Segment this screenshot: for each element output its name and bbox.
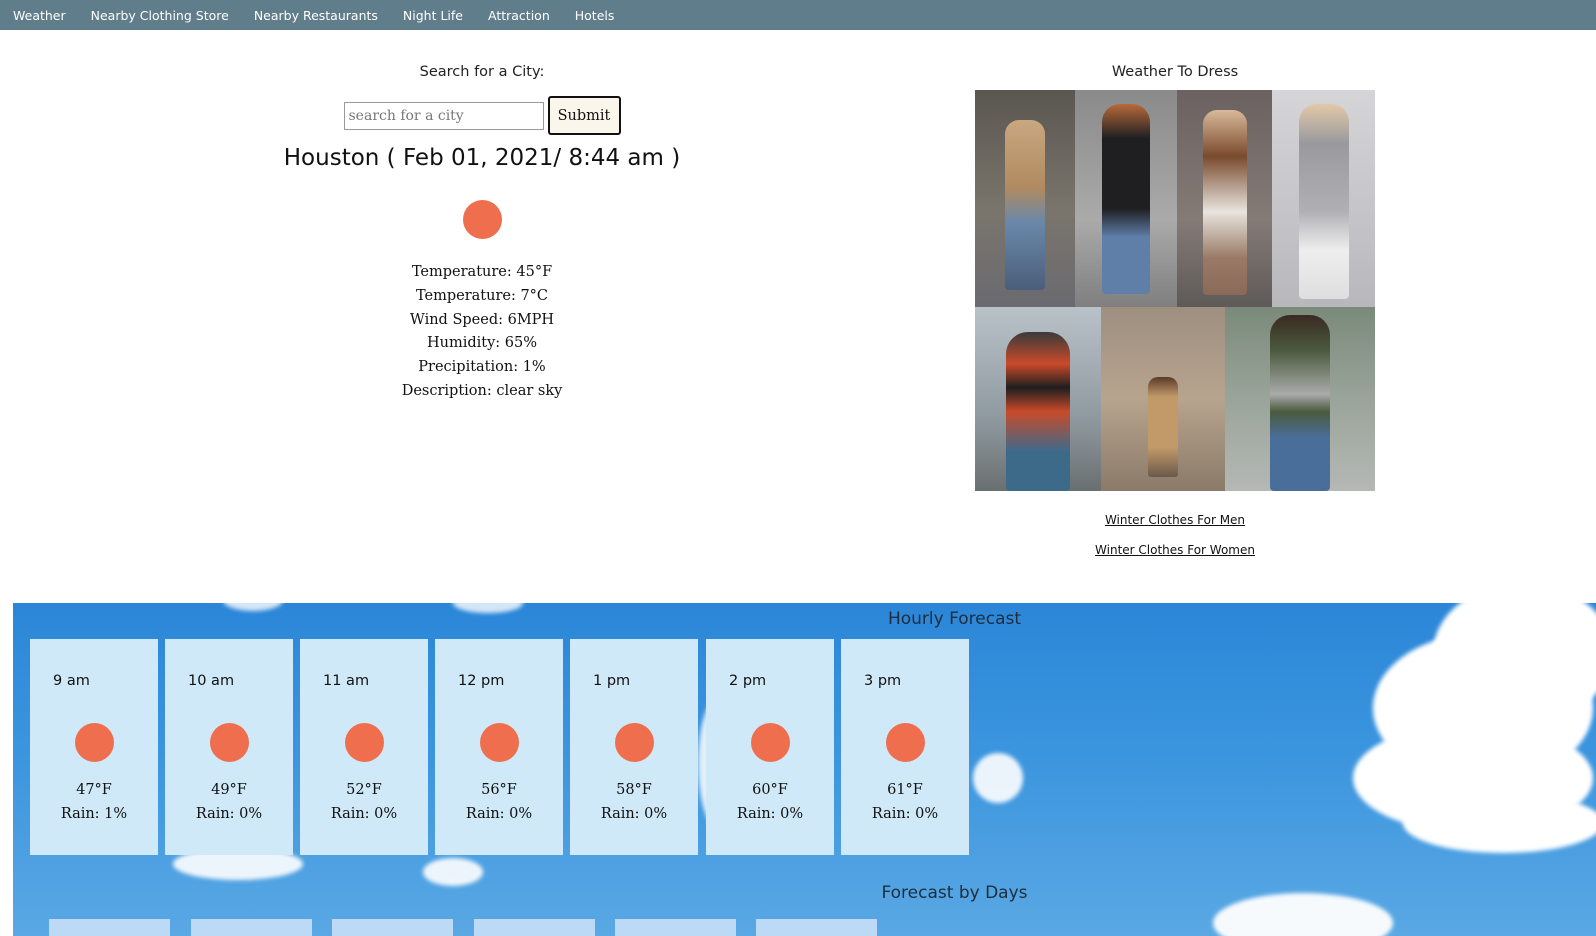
day-card	[474, 919, 595, 936]
sun-icon	[462, 200, 502, 239]
detail-precipitation: Precipitation: 1%	[418, 359, 546, 376]
forecast-section: Hourly Forecast 9 am 47°F Rain: 1% 10 am…	[13, 603, 1596, 936]
outfit-photo	[1272, 90, 1375, 307]
detail-temperature-c: Temperature: 7°C	[415, 287, 549, 304]
day-card	[756, 919, 877, 936]
outfit-collage-image	[975, 90, 1375, 491]
detail-wind-speed: Wind Speed: 6MPH	[409, 311, 555, 328]
hour-time: 10 am	[188, 673, 235, 689]
outfit-photo	[1101, 307, 1225, 491]
cloud-decoration	[1403, 793, 1596, 853]
hour-rain: Rain: 0%	[871, 806, 939, 822]
hour-temp: 60°F	[752, 782, 788, 798]
winter-clothes-women-link[interactable]: Winter Clothes For Women	[975, 535, 1375, 565]
detail-temperature-f: Temperature: 45°F	[411, 264, 553, 280]
hour-temp: 56°F	[481, 782, 517, 798]
sun-icon	[886, 723, 925, 762]
weather-to-dress-panel: Weather To Dress Winter Clothes For Men …	[975, 64, 1375, 565]
submit-button[interactable]: Submit	[547, 96, 621, 135]
search-row: Submit	[180, 96, 784, 135]
hour-card: 1 pm 58°F Rain: 0%	[570, 639, 698, 855]
hour-rain: Rain: 0%	[465, 806, 533, 822]
sun-icon	[345, 723, 384, 762]
nav-nearby-restaurants[interactable]: Nearby Restaurants	[254, 8, 378, 23]
dress-title: Weather To Dress	[1111, 64, 1239, 80]
nav-attraction[interactable]: Attraction	[488, 8, 550, 23]
hour-card: 10 am 49°F Rain: 0%	[165, 639, 293, 855]
outfit-photo	[1075, 90, 1177, 307]
weather-details: Temperature: 45°F Temperature: 7°C Wind …	[180, 261, 784, 404]
hour-time: 11 am	[323, 673, 370, 689]
day-card	[332, 919, 453, 936]
outfit-photo	[975, 307, 1101, 491]
hour-card: 3 pm 61°F Rain: 0%	[841, 639, 969, 855]
top-nav: Weather Nearby Clothing Store Nearby Res…	[0, 0, 1596, 30]
forecast-by-days-title: Forecast by Days	[881, 883, 1028, 903]
current-weather-panel: Search for a City: Submit Houston ( Feb …	[180, 64, 784, 404]
dress-links: Winter Clothes For Men Winter Clothes Fo…	[975, 505, 1375, 565]
hour-temp: 52°F	[346, 782, 382, 798]
cloud-decoration	[973, 753, 1023, 803]
hour-time: 1 pm	[593, 673, 631, 689]
city-title: Houston ( Feb 01, 2021/ 8:44 am )	[283, 145, 681, 171]
hour-time: 9 am	[53, 673, 90, 689]
hour-rain: Rain: 0%	[195, 806, 263, 822]
nav-night-life[interactable]: Night Life	[403, 8, 463, 23]
sun-icon	[751, 723, 790, 762]
hour-temp: 49°F	[211, 782, 247, 798]
hour-card: 2 pm 60°F Rain: 0%	[706, 639, 834, 855]
hour-card: 11 am 52°F Rain: 0%	[300, 639, 428, 855]
hour-temp: 58°F	[616, 782, 652, 798]
winter-clothes-men-link[interactable]: Winter Clothes For Men	[975, 505, 1375, 535]
hour-temp: 61°F	[887, 782, 923, 798]
hour-card: 9 am 47°F Rain: 1%	[30, 639, 158, 855]
day-card	[49, 919, 170, 936]
sun-icon	[615, 723, 654, 762]
hour-rain: Rain: 1%	[60, 806, 128, 822]
outfit-photo	[1177, 90, 1272, 307]
detail-humidity: Humidity: 65%	[426, 335, 538, 352]
hourly-forecast-title: Hourly Forecast	[887, 609, 1022, 629]
search-input[interactable]	[343, 101, 544, 130]
hour-rain: Rain: 0%	[330, 806, 398, 822]
outfit-photo	[975, 90, 1075, 307]
hour-rain: Rain: 0%	[600, 806, 668, 822]
hour-rain: Rain: 0%	[736, 806, 804, 822]
hour-time: 12 pm	[458, 673, 505, 689]
hour-temp: 47°F	[76, 782, 112, 798]
hour-card: 12 pm 56°F Rain: 0%	[435, 639, 563, 855]
nav-hotels[interactable]: Hotels	[575, 8, 615, 23]
hour-time: 3 pm	[864, 673, 902, 689]
cloud-decoration	[423, 858, 483, 886]
sun-icon	[210, 723, 249, 762]
outfit-photo	[1225, 307, 1375, 491]
nav-nearby-clothing-store[interactable]: Nearby Clothing Store	[91, 8, 229, 23]
sun-icon	[480, 723, 519, 762]
sun-icon	[75, 723, 114, 762]
day-card	[615, 919, 736, 936]
hour-time: 2 pm	[729, 673, 767, 689]
detail-description: Description: clear sky	[401, 382, 563, 399]
day-card	[191, 919, 312, 936]
search-label: Search for a City:	[419, 64, 545, 80]
nav-weather[interactable]: Weather	[13, 8, 66, 23]
